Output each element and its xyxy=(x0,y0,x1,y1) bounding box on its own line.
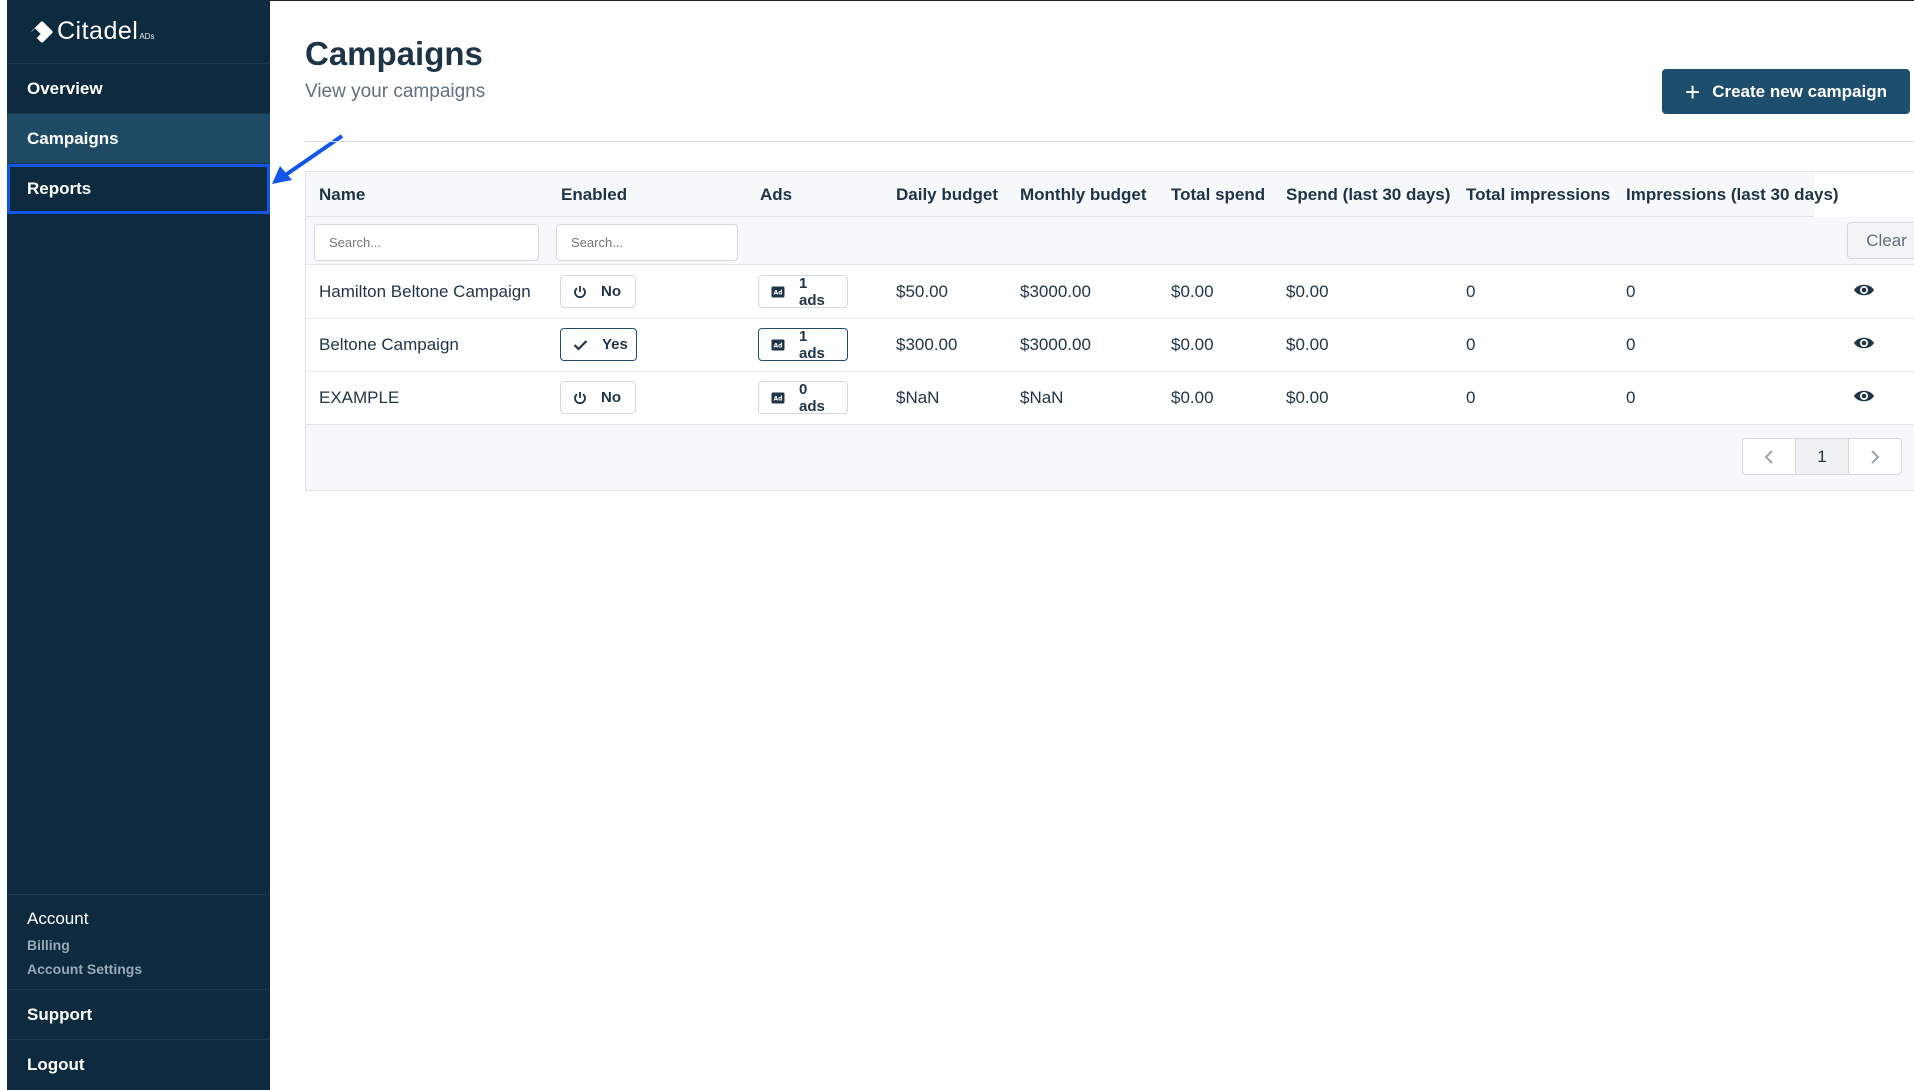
create-campaign-button[interactable]: + Create new campaign xyxy=(1662,69,1910,114)
svg-text:Ad: Ad xyxy=(774,342,783,349)
power-icon xyxy=(573,391,587,405)
daily-budget: $50.00 xyxy=(896,282,948,301)
total-impressions: 0 xyxy=(1466,335,1476,354)
daily-budget: $NaN xyxy=(896,388,940,407)
account-title[interactable]: Account xyxy=(27,909,250,929)
create-campaign-label: Create new campaign xyxy=(1712,81,1887,101)
column-header-ads[interactable]: Ads xyxy=(760,185,792,205)
name-search-input[interactable] xyxy=(314,224,539,261)
ad-icon: Ad xyxy=(771,392,785,404)
header-divider xyxy=(305,141,1914,142)
view-eye-icon[interactable] xyxy=(1853,282,1875,303)
monthly-budget: $3000.00 xyxy=(1020,335,1091,354)
app-window: Citadel ADs Overview Campaigns Reports A… xyxy=(0,0,1914,1090)
power-icon xyxy=(573,285,587,299)
enabled-label: No xyxy=(601,389,621,406)
campaign-name[interactable]: Beltone Campaign xyxy=(319,335,459,355)
column-header-impressions-30[interactable]: Impressions (last 30 days) xyxy=(1626,185,1839,205)
sidebar-item-campaigns[interactable]: Campaigns xyxy=(7,114,270,164)
chevron-right-icon xyxy=(1871,449,1880,464)
enabled-label: No xyxy=(601,283,621,300)
svg-text:Ad: Ad xyxy=(774,395,783,402)
page-subtitle: View your campaigns xyxy=(305,81,486,102)
page-title: Campaigns xyxy=(305,35,483,72)
logo-text: Citadel xyxy=(57,17,139,45)
total-impressions: 0 xyxy=(1466,282,1476,301)
billing-link[interactable]: Billing xyxy=(27,937,250,953)
total-spend: $0.00 xyxy=(1171,335,1214,354)
prev-page-button[interactable] xyxy=(1743,439,1795,474)
chevron-left-icon xyxy=(1764,449,1773,464)
sidebar-bottom: Account Billing Account Settings Support… xyxy=(7,894,270,1090)
ads-count: 0 ads xyxy=(799,380,825,415)
view-eye-icon[interactable] xyxy=(1853,335,1875,356)
ads-count: 1 ads xyxy=(799,274,825,309)
ads-button[interactable]: Ad 0 ads xyxy=(758,380,848,415)
ads-count: 1 ads xyxy=(799,327,825,362)
sidebar-item-reports[interactable]: Reports xyxy=(7,164,270,214)
table-row: EXAMPLE No Ad 0 ads $NaN $NaN $0.00 $0.0… xyxy=(306,372,1914,425)
impressions-30-days: 0 xyxy=(1626,335,1636,354)
table-header: Name Enabled Ads Daily budget Monthly bu… xyxy=(306,172,1839,217)
column-header-total-impressions[interactable]: Total impressions xyxy=(1466,185,1610,205)
account-section: Account Billing Account Settings xyxy=(7,894,270,990)
daily-budget: $300.00 xyxy=(896,335,958,354)
enabled-toggle[interactable]: No xyxy=(560,381,636,414)
monthly-budget: $NaN xyxy=(1020,388,1064,407)
spend-30-days: $0.00 xyxy=(1286,335,1329,354)
table-footer: 1 xyxy=(306,425,1914,490)
sidebar-item-support[interactable]: Support xyxy=(7,990,270,1040)
monthly-budget: $3000.00 xyxy=(1020,282,1091,301)
spend-30-days: $0.00 xyxy=(1286,388,1329,407)
column-header-monthly-budget[interactable]: Monthly budget xyxy=(1020,185,1147,205)
logo[interactable]: Citadel ADs xyxy=(7,0,270,64)
account-settings-link[interactable]: Account Settings xyxy=(27,961,250,977)
ads-button[interactable]: Ad 1 ads xyxy=(758,327,848,362)
sidebar: Citadel ADs Overview Campaigns Reports A… xyxy=(7,0,270,1090)
page-number-button[interactable]: 1 xyxy=(1795,439,1849,474)
spend-30-days: $0.00 xyxy=(1286,282,1329,301)
window-edge xyxy=(0,0,7,1090)
column-header-total-spend[interactable]: Total spend xyxy=(1171,185,1265,205)
ads-button[interactable]: Ad 1 ads xyxy=(758,274,848,309)
pagination: 1 xyxy=(1742,438,1902,475)
impressions-30-days: 0 xyxy=(1626,388,1636,407)
logo-subtext: ADs xyxy=(139,32,155,41)
table-row: Hamilton Beltone Campaign No Ad 1 ads $5… xyxy=(306,266,1914,319)
sidebar-item-overview[interactable]: Overview xyxy=(7,64,270,114)
total-impressions: 0 xyxy=(1466,388,1476,407)
checkmark-icon xyxy=(573,339,588,351)
view-eye-icon[interactable] xyxy=(1853,388,1875,409)
campaign-name[interactable]: EXAMPLE xyxy=(319,388,399,408)
ad-icon: Ad xyxy=(771,339,785,351)
campaign-name[interactable]: Hamilton Beltone Campaign xyxy=(319,282,531,302)
filter-row: Clear xyxy=(306,217,1914,265)
total-spend: $0.00 xyxy=(1171,388,1214,407)
enabled-toggle[interactable]: Yes xyxy=(560,328,637,361)
svg-text:Ad: Ad xyxy=(774,289,783,296)
enabled-label: Yes xyxy=(602,336,628,353)
ad-icon: Ad xyxy=(771,286,785,298)
next-page-button[interactable] xyxy=(1849,439,1901,474)
sidebar-item-logout[interactable]: Logout xyxy=(7,1040,270,1090)
column-header-spend-30[interactable]: Spend (last 30 days) xyxy=(1286,185,1450,205)
clear-filters-button[interactable]: Clear xyxy=(1847,222,1914,259)
enabled-search-input[interactable] xyxy=(556,224,738,261)
campaigns-table: Name Enabled Ads Daily budget Monthly bu… xyxy=(305,171,1914,491)
enabled-toggle[interactable]: No xyxy=(560,275,636,308)
citadel-logo-icon xyxy=(29,20,54,43)
column-header-daily-budget[interactable]: Daily budget xyxy=(896,185,998,205)
main-content: Campaigns View your campaigns + Create n… xyxy=(270,0,1914,1090)
table-row: Beltone Campaign Yes Ad 1 ads $300.00 $3… xyxy=(306,319,1914,372)
impressions-30-days: 0 xyxy=(1626,282,1636,301)
column-header-enabled[interactable]: Enabled xyxy=(561,185,627,205)
plus-icon: + xyxy=(1685,76,1701,107)
total-spend: $0.00 xyxy=(1171,282,1214,301)
column-header-name[interactable]: Name xyxy=(319,185,365,205)
